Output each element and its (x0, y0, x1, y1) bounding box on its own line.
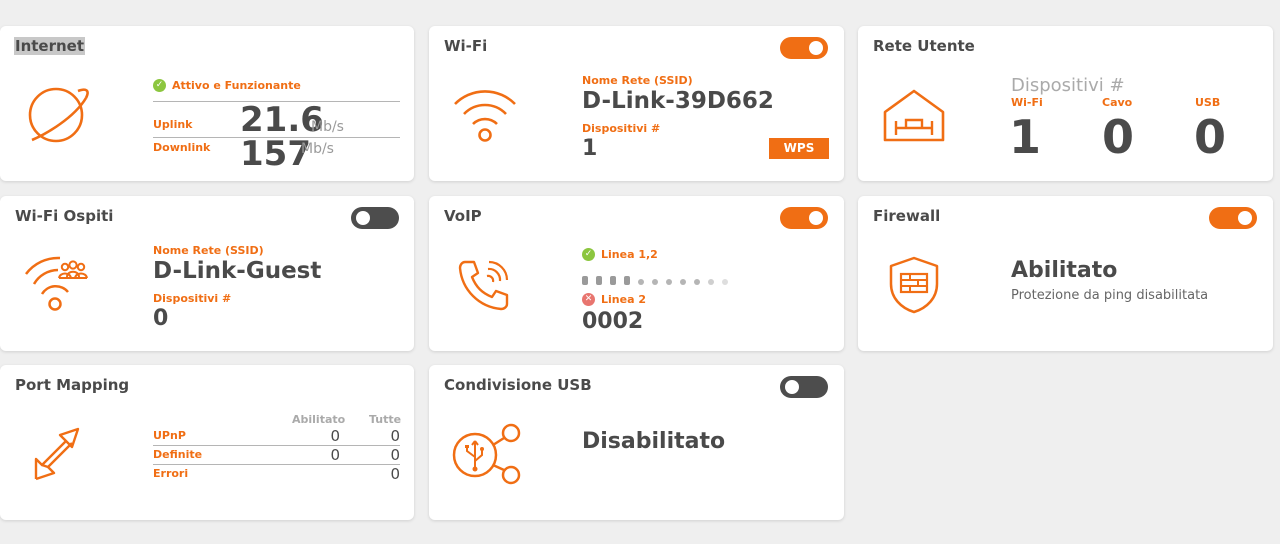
voip-card[interactable]: VoIP ✓ Linea 1,2 ✕ Linea 2 0002 (429, 196, 844, 351)
port-mapping-card[interactable]: Port Mapping Abilitato Tutte UPnP 0 0 De… (0, 365, 414, 520)
check-icon: ✓ (582, 248, 595, 261)
usb-card[interactable]: Condivisione USB Disabilitato (429, 365, 844, 520)
wifi-title: Wi-Fi (444, 37, 488, 55)
rete-utente-card[interactable]: Rete Utente Dispositivi # Wi-Fi Cavo USB… (858, 26, 1273, 181)
col-abilitato-header: Abilitato (292, 413, 346, 426)
row-upnp-label: UPnP (153, 429, 186, 442)
row-definite-enabled: 0 (330, 446, 340, 464)
uplink-label: Uplink (153, 118, 193, 131)
planet-icon (26, 84, 92, 146)
line2-status: ✕ Linea 2 (582, 293, 646, 306)
devices-label: Dispositivi # (153, 292, 232, 305)
port-arrows-icon (32, 427, 80, 481)
usb-count: 0 (1194, 110, 1227, 164)
wifi-icon (451, 84, 519, 146)
downlink-label: Downlink (153, 141, 211, 154)
voip-title: VoIP (444, 207, 482, 225)
cavo-count: 0 (1102, 110, 1135, 164)
wifi-count: 1 (1009, 110, 1042, 164)
line1-status: ✓ Linea 1,2 (582, 248, 658, 261)
error-icon: ✕ (582, 293, 595, 306)
wifi-ospiti-card[interactable]: Wi-Fi Ospiti Nome Rete (SSID) D-Link-Gue… (0, 196, 414, 351)
firewall-status: Abilitato (1011, 258, 1118, 283)
wifi-ospiti-title: Wi-Fi Ospiti (15, 207, 114, 225)
wps-button[interactable]: WPS (769, 138, 829, 159)
wifi-ospiti-toggle[interactable] (351, 207, 399, 229)
check-icon: ✓ (153, 79, 166, 92)
wifi-toggle[interactable] (780, 37, 828, 59)
line1-number-redacted (582, 276, 728, 285)
internet-card[interactable]: Internet ✓ Attivo e Funzionante Uplink 2… (0, 26, 414, 181)
home-network-icon (882, 88, 946, 144)
cavo-col-label: Cavo (1102, 96, 1133, 109)
line2-value: 0002 (582, 309, 644, 334)
internet-title: Internet (14, 37, 86, 55)
firewall-card[interactable]: Firewall Abilitato Protezione da ping di… (858, 196, 1273, 351)
phone-icon (457, 258, 513, 312)
row-errori-all: 0 (390, 465, 400, 483)
row-upnp-enabled: 0 (330, 427, 340, 445)
usb-share-icon (449, 423, 523, 487)
row-definite-all: 0 (390, 446, 400, 464)
col-tutte-header: Tutte (369, 413, 402, 426)
firewall-shield-icon (888, 256, 940, 314)
ssid-label: Nome Rete (SSID) (582, 74, 693, 87)
wifi-card[interactable]: Wi-Fi Nome Rete (SSID) D-Link-39D662 Dis… (429, 26, 844, 181)
ssid-label: Nome Rete (SSID) (153, 244, 264, 257)
firewall-toggle[interactable] (1209, 207, 1257, 229)
devices-value: 0 (153, 306, 169, 331)
devices-label: Dispositivi # (582, 122, 661, 135)
internet-status: ✓ Attivo e Funzionante (153, 79, 301, 92)
voip-toggle[interactable] (780, 207, 828, 229)
row-definite-label: Definite (153, 448, 203, 461)
downlink-unit: Mb/s (301, 141, 334, 157)
row-upnp-all: 0 (390, 427, 400, 445)
devices-value: 1 (582, 136, 598, 161)
firewall-title: Firewall (873, 207, 941, 225)
ssid-value: D-Link-39D662 (582, 88, 774, 114)
devices-label: Dispositivi # (1011, 75, 1125, 96)
rete-utente-title: Rete Utente (873, 37, 975, 55)
usb-title: Condivisione USB (444, 376, 592, 394)
port-mapping-title: Port Mapping (15, 376, 130, 394)
guest-wifi-icon (24, 256, 90, 314)
usb-toggle[interactable] (780, 376, 828, 398)
usb-status: Disabilitato (582, 429, 726, 454)
usb-col-label: USB (1195, 96, 1221, 109)
row-errori-label: Errori (153, 467, 189, 480)
uplink-unit: Mb/s (311, 119, 344, 135)
wifi-col-label: Wi-Fi (1011, 96, 1043, 109)
firewall-detail: Protezione da ping disabilitata (1011, 288, 1209, 303)
ssid-value: D-Link-Guest (153, 258, 322, 284)
